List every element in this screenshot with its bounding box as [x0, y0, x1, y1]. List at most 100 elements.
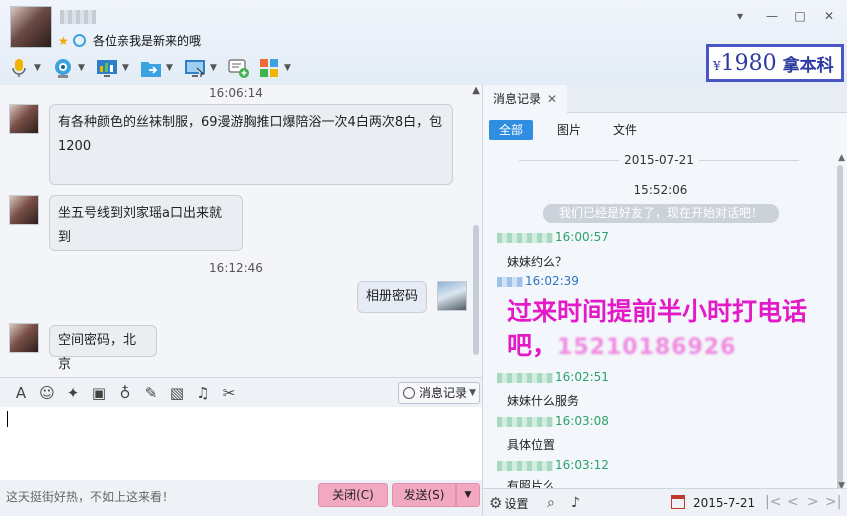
- history-entry-time: 16:02:39: [525, 274, 579, 288]
- close-window-button[interactable]: ✕: [820, 8, 838, 24]
- calendar-icon[interactable]: [671, 495, 685, 509]
- voice-message-icon[interactable]: ♁: [112, 384, 138, 402]
- message-text: 有各种颜色的丝袜制服，69漫游胸推口爆陪浴一次4白两次8白，包1200: [58, 115, 443, 154]
- sender-name-redacted: [497, 232, 553, 243]
- history-date-picker[interactable]: 2015-7-21: [693, 495, 755, 511]
- chevron-down-icon[interactable]: ▼: [78, 63, 88, 73]
- history-sender-line: 16:00:57: [497, 230, 609, 244]
- sender-name-redacted: [497, 460, 553, 471]
- message-text: 空间密码，北京: [58, 333, 137, 372]
- remote-desktop-button[interactable]: ▼: [184, 57, 220, 79]
- filter-all[interactable]: 全部: [489, 120, 534, 140]
- contact-avatar[interactable]: [10, 6, 52, 48]
- history-entry-time: 16:02:51: [555, 370, 609, 384]
- chevron-down-icon[interactable]: ▼: [122, 63, 132, 73]
- close-button[interactable]: 关闭(C): [318, 483, 388, 507]
- history-sender-line: 16:02:51: [497, 370, 609, 384]
- message-input[interactable]: [0, 407, 482, 480]
- history-entry-time: 16:00:57: [555, 230, 609, 244]
- contact-avatar-small[interactable]: [9, 323, 39, 353]
- brand-text: 拿本科: [782, 55, 834, 76]
- contact-nickname-redacted: [60, 10, 96, 24]
- history-sender-line: 16:03:12: [497, 458, 609, 472]
- chevron-down-icon[interactable]: ▼: [166, 63, 176, 73]
- self-avatar[interactable]: [437, 281, 467, 311]
- filter-images[interactable]: 图片: [547, 120, 591, 140]
- message-timestamp: 16:06:14: [209, 86, 263, 100]
- history-panel: 消息记录 ✕ 全部 图片 文件 2015-07-21 15:52:06 我们已经是…: [482, 85, 847, 516]
- text-caret: [7, 411, 8, 427]
- message-history-toggle[interactable]: 消息记录 ▼: [398, 382, 480, 404]
- history-message: 妹妹约么？: [507, 255, 568, 269]
- chat-toolbar: ▼ ▼ ▼ ▼ ▼ ▼: [8, 55, 302, 81]
- gear-icon: ⚙: [489, 494, 503, 512]
- emoji-icon[interactable]: ☺: [34, 384, 60, 402]
- invite-button[interactable]: [228, 57, 250, 79]
- bottom-bar: 这天挺街好热，不如上这来看！ 关闭(C) 发送(S) ▼: [0, 480, 482, 516]
- file-transfer-button[interactable]: ▼: [140, 57, 176, 79]
- history-scrollbar[interactable]: [837, 165, 843, 495]
- chat-message-area[interactable]: ▲ 16:06:14 有各种颜色的丝袜制服，69漫游胸推口爆陪浴一次4白两次8白…: [0, 85, 482, 377]
- message-timestamp: 16:12:46: [209, 261, 263, 275]
- overlay-phone: 15210186926: [557, 335, 737, 360]
- send-button[interactable]: 发送(S): [392, 483, 456, 507]
- screenshot-scissors-icon[interactable]: ✂: [216, 384, 242, 402]
- last-page-icon[interactable]: >|: [825, 493, 841, 511]
- contact-avatar-small[interactable]: [9, 104, 39, 134]
- qq-status-icon[interactable]: [73, 34, 86, 47]
- scroll-up-arrow-icon[interactable]: ▲: [838, 153, 845, 163]
- history-entry-time: 16:03:08: [555, 414, 609, 428]
- chat-scrollbar[interactable]: [473, 225, 479, 355]
- doodle-icon[interactable]: ✎: [138, 384, 164, 402]
- chevron-down-icon[interactable]: ▼: [210, 63, 220, 73]
- history-toggle-label: 消息记录: [419, 386, 468, 400]
- tab-message-history[interactable]: 消息记录 ✕: [483, 85, 568, 113]
- webcam-icon: [55, 59, 71, 78]
- send-options-button[interactable]: ▼: [456, 483, 480, 507]
- font-icon[interactable]: A: [8, 384, 34, 402]
- menu-dropdown-button[interactable]: ▾: [731, 8, 749, 24]
- history-entry-time: 16:03:12: [555, 458, 609, 472]
- image-icon[interactable]: ▧: [164, 384, 190, 402]
- screen-share-button[interactable]: ▼: [96, 57, 132, 79]
- settings-label: 设置: [504, 497, 529, 511]
- voice-call-button[interactable]: ▼: [8, 57, 44, 79]
- ad-tip-link[interactable]: 这天挺街好热，不如上这来看！: [6, 488, 174, 505]
- minimize-button[interactable]: —: [763, 8, 781, 24]
- screen-share-icon: [97, 60, 117, 77]
- contact-signature: 各位亲我是新来的哦: [93, 34, 202, 48]
- filter-files[interactable]: 文件: [603, 120, 647, 140]
- clock-icon: [403, 387, 415, 399]
- history-timestamp: 15:52:06: [633, 183, 688, 197]
- chevron-down-icon[interactable]: ▼: [284, 63, 294, 73]
- music-icon[interactable]: ♫: [190, 384, 216, 402]
- price-watermark: ¥ 1980 拿本科: [706, 44, 844, 82]
- speaker-icon[interactable]: ♪: [571, 494, 580, 512]
- monitor-icon: [185, 60, 205, 77]
- gif-icon[interactable]: ▣: [86, 384, 112, 402]
- sender-name-redacted: [497, 276, 523, 287]
- folder-icon: [141, 62, 161, 77]
- close-icon[interactable]: ✕: [547, 92, 557, 106]
- next-page-icon[interactable]: >: [807, 493, 819, 511]
- search-icon[interactable]: ⌕: [547, 494, 555, 512]
- history-settings-button[interactable]: ⚙ 设置: [489, 494, 528, 513]
- contact-avatar-small[interactable]: [9, 195, 39, 225]
- received-message-bubble: 坐五号线到刘家瑶a口出来就到: [49, 195, 243, 251]
- message-text: 坐五号线到刘家瑶a口出来就到: [58, 206, 222, 245]
- prev-page-icon[interactable]: <: [787, 493, 799, 511]
- shake-window-icon[interactable]: ✦: [60, 384, 86, 402]
- apps-button[interactable]: ▼: [258, 57, 294, 79]
- video-call-button[interactable]: ▼: [52, 57, 88, 79]
- scroll-up-arrow-icon[interactable]: ▲: [472, 85, 480, 96]
- history-tabbar: 消息记录 ✕: [483, 85, 847, 113]
- history-sender-line: 16:03:08: [497, 414, 609, 428]
- chevron-down-icon[interactable]: ▼: [34, 63, 44, 73]
- brand-currency: ¥: [713, 59, 721, 73]
- overlay-annotation: 过来时间提前半小时打电话吧，15210186926: [507, 295, 827, 365]
- star-icon[interactable]: ★: [58, 34, 69, 48]
- maximize-button[interactable]: □: [791, 8, 809, 24]
- message-text: 相册密码: [366, 289, 419, 304]
- sent-message-bubble: 相册密码: [357, 281, 427, 313]
- first-page-icon[interactable]: |<: [765, 493, 781, 511]
